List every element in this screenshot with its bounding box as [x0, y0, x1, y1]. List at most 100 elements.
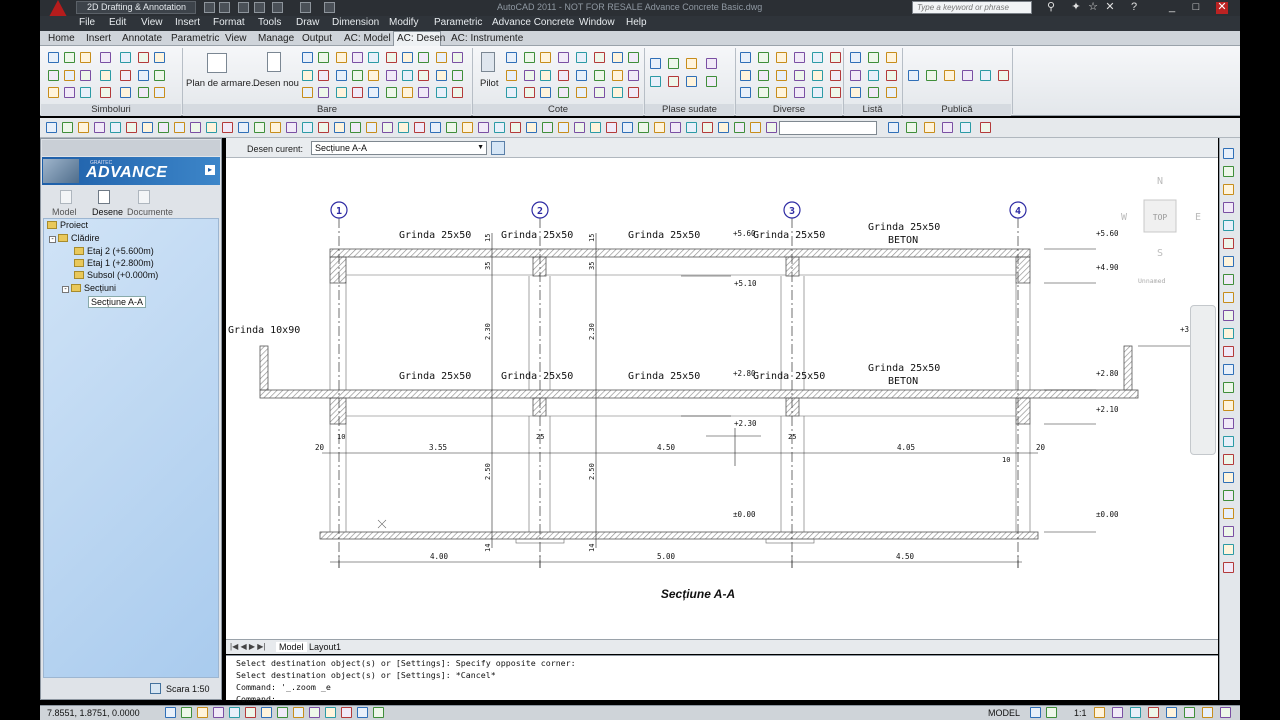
lista-icon[interactable]: [850, 52, 861, 63]
palette-icon[interactable]: [1223, 292, 1234, 303]
plasa-icon[interactable]: [706, 58, 717, 69]
scale-value[interactable]: 1:50: [192, 684, 210, 694]
simbol-icon[interactable]: [100, 87, 111, 98]
diverse-icon[interactable]: [794, 70, 805, 81]
diverse-icon[interactable]: [830, 70, 841, 81]
palette-icon[interactable]: [1223, 562, 1234, 573]
diverse-icon[interactable]: [830, 52, 841, 63]
palette-icon[interactable]: [1223, 166, 1234, 177]
simbol-icon[interactable]: [154, 52, 165, 63]
tool-icon[interactable]: [510, 122, 521, 133]
tool-icon[interactable]: [174, 122, 185, 133]
tab-documente-panel[interactable]: Documente: [127, 207, 173, 217]
status-icon[interactable]: [325, 707, 336, 718]
menu-window[interactable]: Window: [579, 17, 615, 28]
open-icon[interactable]: [219, 2, 230, 13]
cota-icon[interactable]: [540, 70, 551, 81]
tab-insert[interactable]: Insert: [86, 33, 111, 44]
tool-icon[interactable]: [382, 122, 393, 133]
cota-icon[interactable]: [506, 52, 517, 63]
plasa-icon[interactable]: [686, 76, 697, 87]
tool-icon[interactable]: [590, 122, 601, 133]
palette-icon[interactable]: [1223, 454, 1234, 465]
tool-icon[interactable]: [462, 122, 473, 133]
diverse-icon[interactable]: [794, 87, 805, 98]
palette-icon[interactable]: [1223, 256, 1234, 267]
tool-icon[interactable]: [222, 122, 233, 133]
desen-nou-button[interactable]: Desen nou: [253, 78, 299, 89]
plan-armare-icon[interactable]: [207, 53, 227, 73]
model-tab-icon[interactable]: [60, 190, 72, 204]
bara-icon[interactable]: [352, 70, 363, 81]
tool-icon[interactable]: [254, 122, 265, 133]
cota-icon[interactable]: [524, 87, 535, 98]
diverse-icon[interactable]: [758, 87, 769, 98]
publica-icon[interactable]: [944, 70, 955, 81]
command-window[interactable]: Select destination object(s) or [Setting…: [226, 655, 1218, 704]
tool-icon[interactable]: [62, 122, 73, 133]
tool-icon[interactable]: [750, 122, 761, 133]
tool-icon[interactable]: [126, 122, 137, 133]
status-icon[interactable]: [245, 707, 256, 718]
lista-icon[interactable]: [886, 87, 897, 98]
menu-advance-concrete[interactable]: Advance Concrete: [492, 17, 574, 28]
status-icon[interactable]: [1166, 707, 1177, 718]
bara-icon[interactable]: [418, 52, 429, 63]
status-icon[interactable]: [181, 707, 192, 718]
diverse-icon[interactable]: [758, 70, 769, 81]
cota-icon[interactable]: [540, 52, 551, 63]
status-icon[interactable]: [341, 707, 352, 718]
tab-view[interactable]: View: [225, 33, 247, 44]
simbol-icon[interactable]: [100, 52, 111, 63]
view-icon[interactable]: [888, 122, 899, 133]
publica-icon[interactable]: [962, 70, 973, 81]
cota-icon[interactable]: [628, 70, 639, 81]
status-icon[interactable]: [357, 707, 368, 718]
cota-icon[interactable]: [506, 70, 517, 81]
simbol-icon[interactable]: [138, 52, 149, 63]
plasa-icon[interactable]: [650, 58, 661, 69]
tool-icon[interactable]: [542, 122, 553, 133]
cota-icon[interactable]: [576, 87, 587, 98]
tab-ac-model[interactable]: AC: Model: [344, 33, 391, 44]
plasa-icon[interactable]: [668, 58, 679, 69]
cota-icon[interactable]: [612, 70, 623, 81]
tool-icon[interactable]: [718, 122, 729, 133]
tool-icon[interactable]: [766, 122, 777, 133]
layer-combo[interactable]: [779, 121, 877, 135]
cota-icon[interactable]: [594, 87, 605, 98]
simbol-icon[interactable]: [64, 87, 75, 98]
status-icon[interactable]: [1148, 707, 1159, 718]
tool-icon[interactable]: [430, 122, 441, 133]
menu-modify[interactable]: Modify: [389, 17, 418, 28]
tool-icon[interactable]: [110, 122, 121, 133]
status-icon[interactable]: [165, 707, 176, 718]
cota-icon[interactable]: [576, 70, 587, 81]
simbol-icon[interactable]: [100, 70, 111, 81]
tool-icon[interactable]: [302, 122, 313, 133]
menu-help[interactable]: Help: [626, 17, 647, 28]
tool-icon[interactable]: [670, 122, 681, 133]
tool-icon[interactable]: [318, 122, 329, 133]
cota-icon[interactable]: [558, 70, 569, 81]
model-space-toggle[interactable]: MODEL: [988, 708, 1020, 718]
tab-ac-instrumente[interactable]: AC: Instrumente: [451, 33, 523, 44]
bara-icon[interactable]: [452, 70, 463, 81]
bara-icon[interactable]: [336, 52, 347, 63]
diverse-icon[interactable]: [812, 70, 823, 81]
bara-icon[interactable]: [402, 87, 413, 98]
palette-icon[interactable]: [1223, 220, 1234, 231]
publica-icon[interactable]: [980, 70, 991, 81]
binoculars-icon[interactable]: ⚲: [1045, 2, 1057, 14]
saveas-icon[interactable]: [254, 2, 265, 13]
palette-icon[interactable]: [1223, 490, 1234, 501]
undo-icon[interactable]: [272, 2, 283, 13]
status-icon[interactable]: [1112, 707, 1123, 718]
lista-icon[interactable]: [886, 70, 897, 81]
tool-icon[interactable]: [734, 122, 745, 133]
section-drawing[interactable]: 1 2 3 4 Grinda 25x50 Grinda 25x50 Grinda 25x50…: [226, 158, 1218, 639]
lista-icon[interactable]: [868, 87, 879, 98]
plan-armare-button[interactable]: Plan de armare...: [186, 78, 259, 89]
diverse-icon[interactable]: [740, 70, 751, 81]
desene-tab-icon[interactable]: [98, 190, 110, 204]
